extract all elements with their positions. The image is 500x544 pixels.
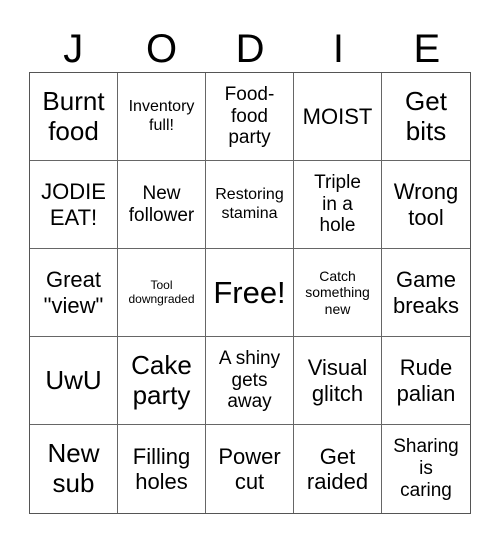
bingo-cell[interactable]: New sub — [30, 425, 118, 513]
bingo-cell[interactable]: Get raided — [294, 425, 382, 513]
bingo-cell-text: Get raided — [306, 443, 369, 494]
bingo-cell[interactable]: Food- food party — [206, 73, 294, 161]
bingo-cell-text: Food- food party — [224, 83, 275, 149]
bingo-cell-text: Get bits — [405, 85, 447, 146]
bingo-cell[interactable]: Restoring stamina — [206, 161, 294, 249]
bingo-cell-text: Catch something new — [305, 268, 370, 317]
bingo-cell[interactable]: Catch something new — [294, 249, 382, 337]
bingo-cell-text: MOIST — [302, 103, 373, 129]
bingo-cell[interactable]: Game breaks — [382, 249, 470, 337]
bingo-cell-text: Tool downgraded — [128, 277, 195, 306]
bingo-cell[interactable]: Tool downgraded — [118, 249, 206, 337]
bingo-cell-text: Burnt food — [42, 85, 105, 146]
header-letter-i: I — [332, 27, 344, 71]
bingo-cell[interactable]: MOIST — [294, 73, 382, 161]
header-letter-e: E — [413, 27, 441, 71]
bingo-cell-text: New follower — [128, 182, 195, 226]
bingo-cell-text: New sub — [47, 438, 100, 498]
bingo-cell-text: A shiny gets away — [218, 347, 281, 413]
bingo-cell-text: JODIE EAT! — [41, 179, 106, 230]
bingo-cell-text: Wrong tool — [393, 179, 459, 230]
bingo-cell[interactable]: Power cut — [206, 425, 294, 513]
bingo-cell-text: Sharing is caring — [393, 436, 459, 501]
bingo-cell-text: Restoring stamina — [215, 186, 284, 222]
bingo-cell[interactable]: Burnt food — [30, 73, 118, 161]
header-letter-o: O — [146, 27, 178, 71]
bingo-cell[interactable]: Sharing is caring — [382, 425, 470, 513]
bingo-cell[interactable]: Inventory full! — [118, 73, 206, 161]
bingo-cell-text: Visual glitch — [307, 355, 368, 406]
bingo-cell[interactable]: Great "view" — [30, 249, 118, 337]
bingo-cell[interactable]: Rude palian — [382, 337, 470, 425]
bingo-cell-text: Cake party — [131, 349, 192, 410]
bingo-cell-text: Inventory full! — [128, 98, 195, 134]
bingo-header: J O D I E — [29, 26, 471, 72]
bingo-cell-text: Triple in a hole — [314, 171, 361, 237]
bingo-cell-text: Rude palian — [396, 355, 456, 406]
bingo-cell[interactable]: Visual glitch — [294, 337, 382, 425]
bingo-cell[interactable]: Get bits — [382, 73, 470, 161]
bingo-cell-text: Game breaks — [392, 267, 460, 318]
bingo-cell[interactable]: A shiny gets away — [206, 337, 294, 425]
bingo-cell-text: Great "view" — [43, 267, 104, 318]
bingo-cell-text: Power cut — [218, 443, 281, 494]
bingo-cell[interactable]: Free! — [206, 249, 294, 337]
bingo-cell-text: Free! — [213, 274, 286, 310]
bingo-grid: Burnt food Inventory full! Food- food part… — [29, 72, 471, 514]
bingo-cell-text: UwU — [45, 364, 102, 395]
bingo-cell[interactable]: Triple in a hole — [294, 161, 382, 249]
bingo-cell[interactable]: New follower — [118, 161, 206, 249]
bingo-cell[interactable]: Filling holes — [118, 425, 206, 513]
bingo-cell[interactable]: UwU — [30, 337, 118, 425]
bingo-cell[interactable]: JODIE EAT! — [30, 161, 118, 249]
bingo-cell[interactable]: Wrong tool — [382, 161, 470, 249]
bingo-cell-text: Filling holes — [132, 443, 191, 494]
header-letter-d: D — [235, 27, 265, 71]
header-letter-j: J — [63, 27, 84, 71]
bingo-cell[interactable]: Cake party — [118, 337, 206, 425]
